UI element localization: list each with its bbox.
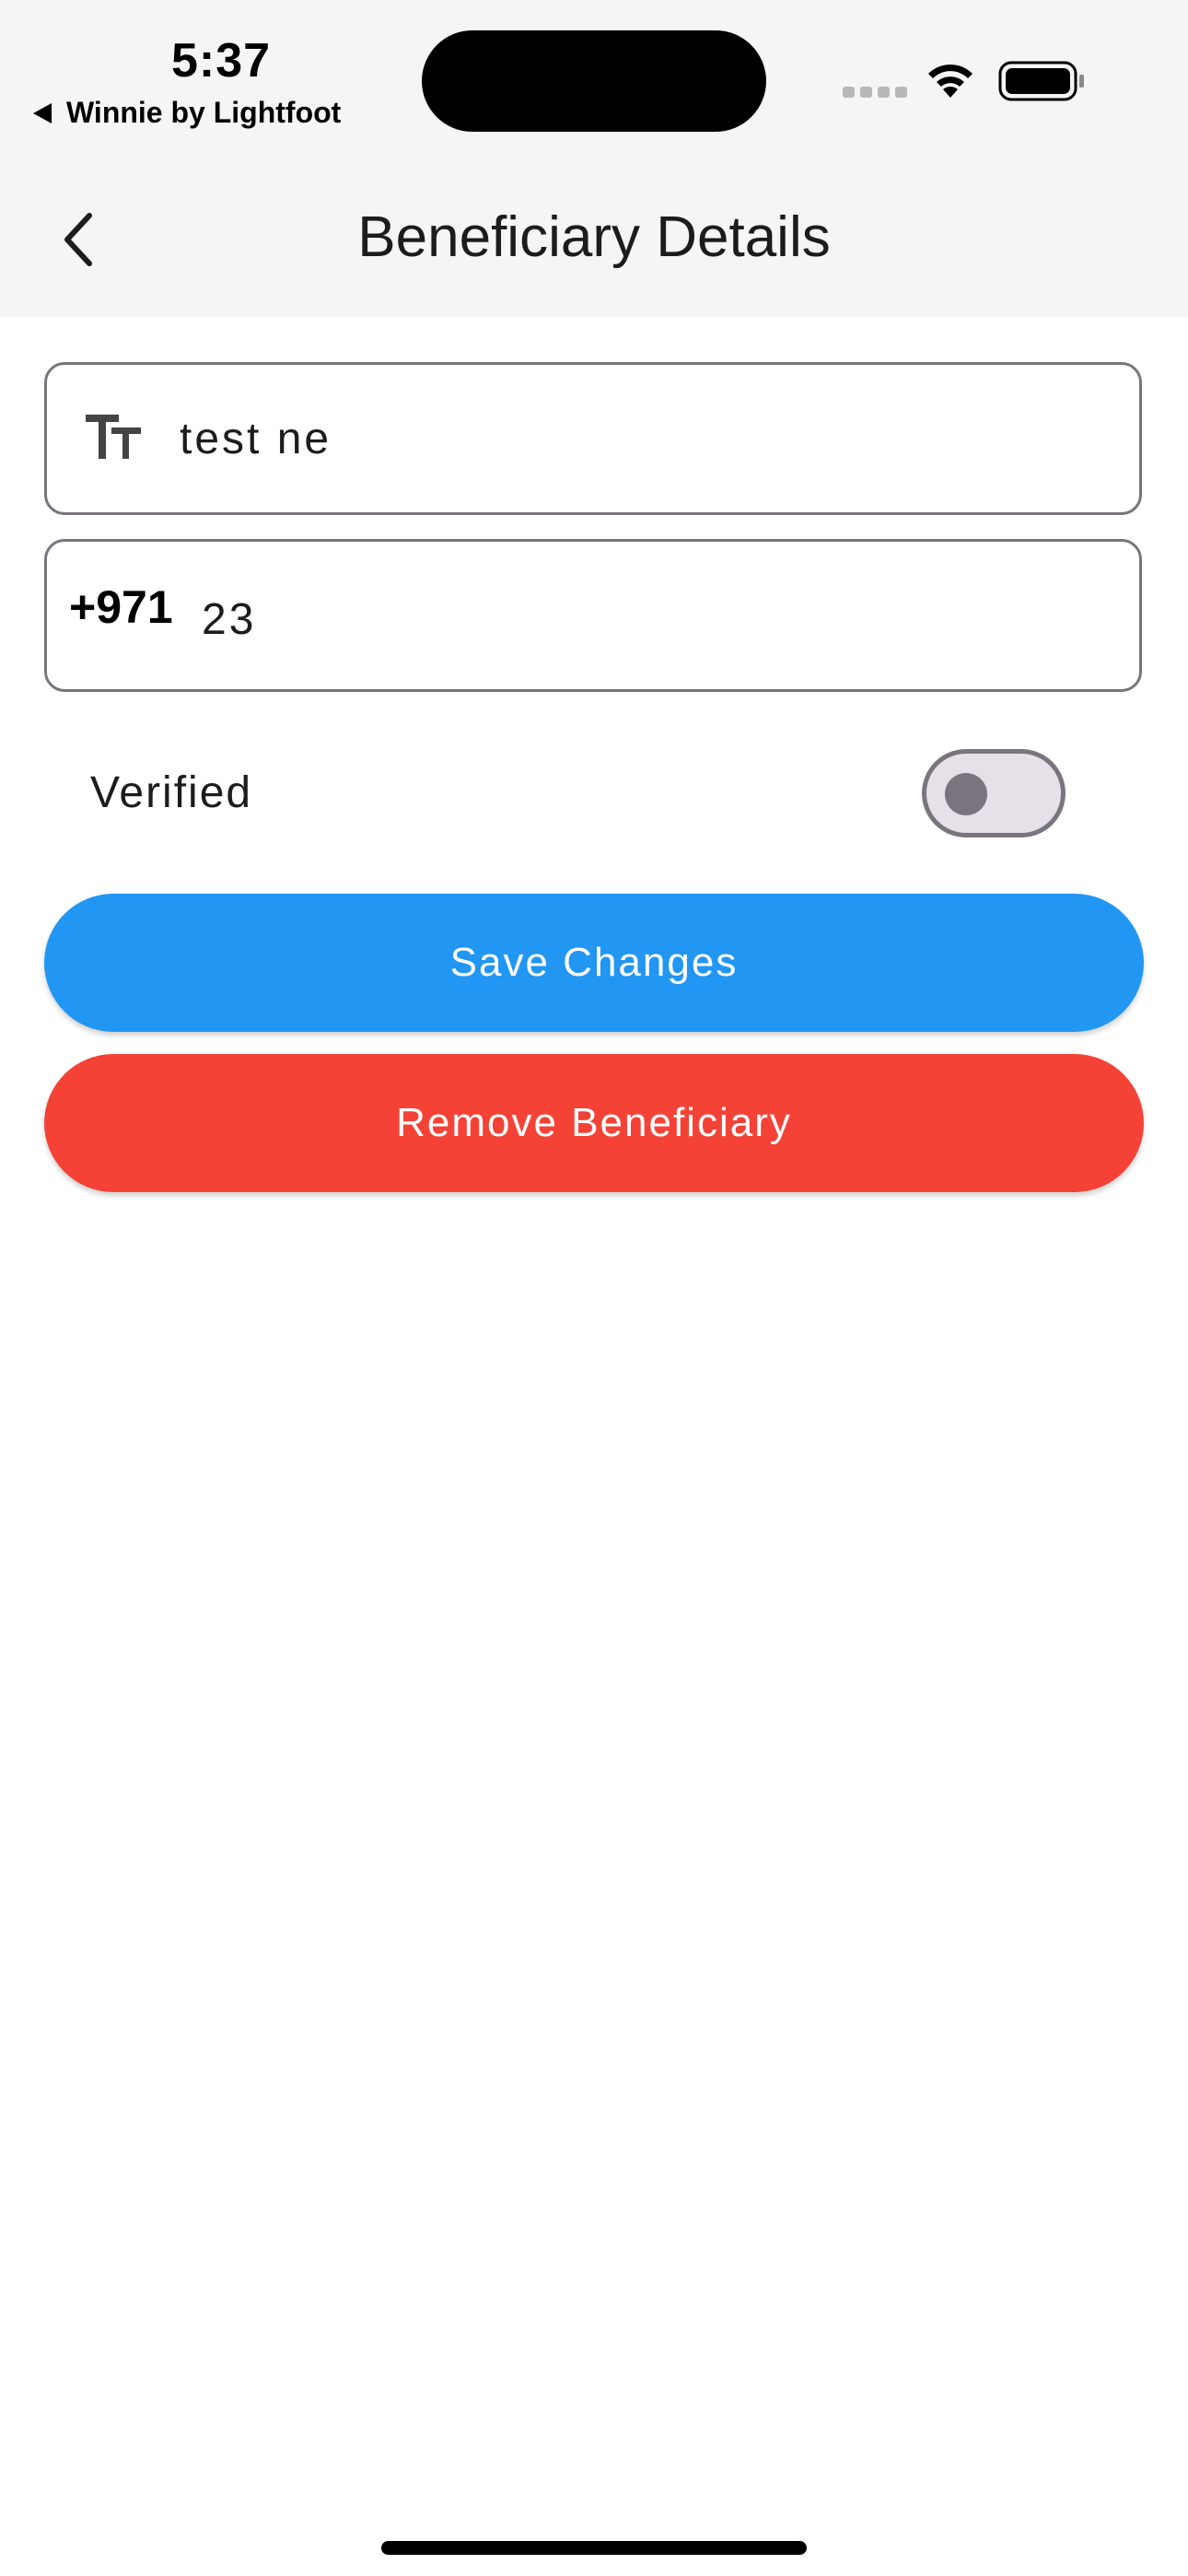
- phone-input[interactable]: [202, 591, 1104, 647]
- back-triangle-icon: [33, 102, 52, 123]
- dynamic-island: [422, 30, 766, 132]
- back-app-label: Winnie by Lightfoot: [66, 96, 342, 129]
- status-time: 5:37: [171, 34, 272, 88]
- page-title: Beneficiary Details: [357, 205, 831, 269]
- verified-label: Verified: [90, 768, 253, 817]
- wifi-icon: [928, 64, 973, 98]
- beneficiary-name-input[interactable]: [180, 411, 1101, 466]
- text-format-icon: [86, 415, 141, 459]
- back-to-app-link[interactable]: Winnie by Lightfoot: [33, 96, 341, 130]
- phone-field[interactable]: +971: [44, 539, 1142, 692]
- country-code-prefix: +971: [69, 581, 173, 633]
- remove-beneficiary-button[interactable]: Remove Beneficiary: [44, 1054, 1144, 1192]
- home-indicator: [381, 2541, 807, 2555]
- cellular-signal-icon: [843, 87, 907, 98]
- verified-toggle[interactable]: [922, 749, 1066, 837]
- battery-icon: [998, 61, 1084, 101]
- save-changes-button[interactable]: Save Changes: [44, 894, 1144, 1032]
- beneficiary-name-field[interactable]: [44, 362, 1142, 515]
- toggle-knob: [945, 773, 987, 815]
- status-bar: 5:37 Winnie by Lightfoot: [0, 0, 1188, 175]
